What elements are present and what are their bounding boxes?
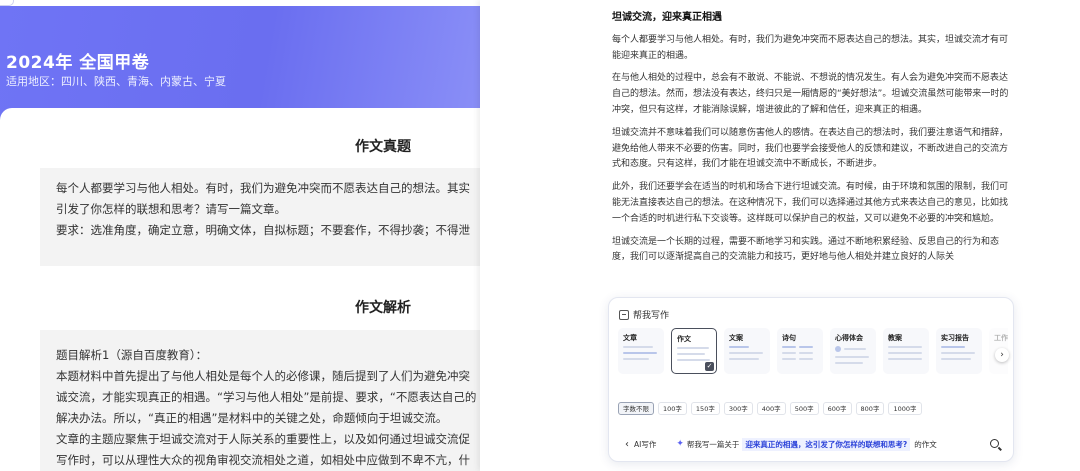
back-button[interactable]: ‹ AI写作 xyxy=(625,439,656,450)
exam-title: 2024年 全国甲卷 xyxy=(6,53,150,73)
template-label: 心得体会 xyxy=(835,334,863,342)
template-list: 文章 作文 ✓ 文案 诗句 心得体会 教案 实习报告 工作 xyxy=(618,328,1008,376)
selected-check-icon: ✓ xyxy=(705,362,714,371)
template-label: 诗句 xyxy=(782,334,796,342)
exam-region: 适用地区：四川、陕西、青海、内蒙古、宁夏 xyxy=(6,75,226,88)
prompt-topic[interactable]: 迎来真正的相遇，这引发了你怎样的联想和思考? xyxy=(742,437,911,451)
article-paragraph: 此外，我们还要学会在适当的时机和场合下进行坦诚交流。有时候，由于环境和氛围的限制… xyxy=(612,182,1009,224)
word-count-600[interactable]: 600字 xyxy=(822,402,852,415)
analysis-line: 题目解析1（源自百度教育）： xyxy=(56,348,208,362)
exam-banner: 2024年 全国甲卷 适用地区：四川、陕西、青海、内蒙古、宁夏 xyxy=(0,0,480,120)
exam-content-card: 作文真题 每个人都要学习与他人相处。有时，我们为避免冲突而不愿表达自己的想法。其… xyxy=(0,108,480,471)
article-paragraph: 坦诚交流并不意味着我们可以随意伤害他人的感情。在表达自己的想法时，我们要注意语气… xyxy=(612,127,1009,170)
writing-helper-icon xyxy=(619,309,629,320)
section-title-analysis: 作文解析 xyxy=(355,300,411,316)
template-card-internship-report[interactable]: 实习报告 xyxy=(936,328,982,374)
chevron-left-icon: ‹ xyxy=(625,438,629,450)
article-paragraph: 坦诚交流是一个长期的过程，需要不断地学习和实践。通过不断地积累经验、反思自己的行… xyxy=(612,236,1000,263)
word-count-500[interactable]: 500字 xyxy=(789,402,819,415)
article-title: 坦诚交流，迎来真正相遇 xyxy=(612,12,722,23)
template-card-article[interactable]: 文章 xyxy=(618,328,664,374)
search-icon[interactable] xyxy=(990,439,999,448)
generated-article: 坦诚交流，迎来真正相遇 每个人都要学习与他人相处。有时，我们为避免冲突而不愿表达… xyxy=(612,10,1012,273)
banner-top-strip xyxy=(0,0,480,6)
helper-header: 帮我写作 xyxy=(619,308,669,321)
template-label: 教案 xyxy=(888,334,902,342)
prompt-box: 每个人都要学习与他人相处。有时，我们为避免冲突而不愿表达自己的想法。其实 引发了… xyxy=(40,168,480,266)
helper-title: 帮我写作 xyxy=(633,311,670,321)
exam-page: 2024年 全国甲卷 适用地区：四川、陕西、青海、内蒙古、宁夏 作文真题 每个人… xyxy=(0,0,480,471)
word-count-300[interactable]: 300字 xyxy=(723,402,753,415)
section-title-prompt: 作文真题 xyxy=(355,139,411,155)
template-card-essay[interactable]: 作文 ✓ xyxy=(671,328,717,374)
word-count-800[interactable]: 800字 xyxy=(855,402,885,415)
prompt-prefix: 帮我写一篇关于 xyxy=(686,439,740,449)
word-count-1000[interactable]: 1000字 xyxy=(888,402,922,415)
template-card-lesson-plan[interactable]: 教案 xyxy=(883,328,929,374)
word-count-150[interactable]: 150字 xyxy=(690,402,720,415)
template-label: 实习报告 xyxy=(941,334,969,342)
writing-helper-card: 帮我写作 文章 作文 ✓ 文案 诗句 心得体会 教案 实习报告 工作 › 字数不… xyxy=(608,297,1014,462)
prompt-suffix: 的作文 xyxy=(914,439,937,449)
word-count-unlimited[interactable]: 字数不限 xyxy=(618,402,654,415)
chevron-right-icon[interactable]: › xyxy=(995,348,1009,362)
prompt-line: 引发了你怎样的联想和思考？请写一篇文章。 xyxy=(56,202,286,216)
prompt-line: 每个人都要学习与他人相处。有时，我们为避免冲突而不愿表达自己的想法。其实 xyxy=(56,181,470,195)
analysis-line: 本题材料中首先提出了与他人相处是每个人的必修课，随后提到了人们为避免冲突 xyxy=(56,369,470,383)
word-count-options: 字数不限 100字 150字 300字 400字 500字 600字 800字 … xyxy=(618,402,922,415)
sparkle-icon: ✦ xyxy=(676,439,684,449)
template-label: 文章 xyxy=(623,334,637,342)
template-label: 作文 xyxy=(677,335,691,343)
template-card-reflection[interactable]: 心得体会 xyxy=(830,328,876,374)
analysis-line: 诚交流，才能实现真正的相遇。“学习与他人相处”是前提、要求，“不愿表达自己的 xyxy=(56,390,477,404)
analysis-line: 解决办法。所以，“真正的相遇”是材料中的关键之处，命题倾向于坦诚交流。 xyxy=(56,411,448,425)
word-count-400[interactable]: 400字 xyxy=(756,402,786,415)
analysis-line: 写作时，可以从理性大众的视角审视交流相处之道，如相处中应做到不卑不亢，什 xyxy=(56,453,470,467)
word-count-100[interactable]: 100字 xyxy=(658,402,687,415)
article-paragraph: 在与他人相处的过程中，总会有不敢说、不能说、不想说的情况发生。有人会为避免冲突而… xyxy=(612,73,1009,115)
article-paragraph: 每个人都要学习与他人相处。有时，我们为避免冲突而不愿表达自己的想法。其实，坦诚交… xyxy=(612,34,1009,61)
ai-writing-panel: 坦诚交流，迎来真正相遇 每个人都要学习与他人相处。有时，我们为避免冲突而不愿表达… xyxy=(480,0,1080,471)
template-label: 文案 xyxy=(729,334,743,342)
template-card-copywriting[interactable]: 文案 xyxy=(724,328,770,374)
prompt-line: 要求：选准角度，确定立意，明确文体，自拟标题；不要套作，不得抄袭；不得泄 xyxy=(56,223,470,237)
template-card-poem[interactable]: 诗句 xyxy=(777,328,823,374)
analysis-line: 文章的主题应聚焦于坦诚交流对于人际关系的重要性上，以及如何通过坦诚交流促 xyxy=(56,432,470,446)
prompt-bar[interactable]: ‹ AI写作 ✦ 帮我写一篇关于 迎来真正的相遇，这引发了你怎样的联想和思考? … xyxy=(615,434,1007,454)
analysis-box: 题目解析1（源自百度教育）： 本题材料中首先提出了与他人相处是每个人的必修课，随… xyxy=(40,330,480,471)
back-label: AI写作 xyxy=(634,439,657,449)
template-label: 工作 xyxy=(994,334,1008,342)
